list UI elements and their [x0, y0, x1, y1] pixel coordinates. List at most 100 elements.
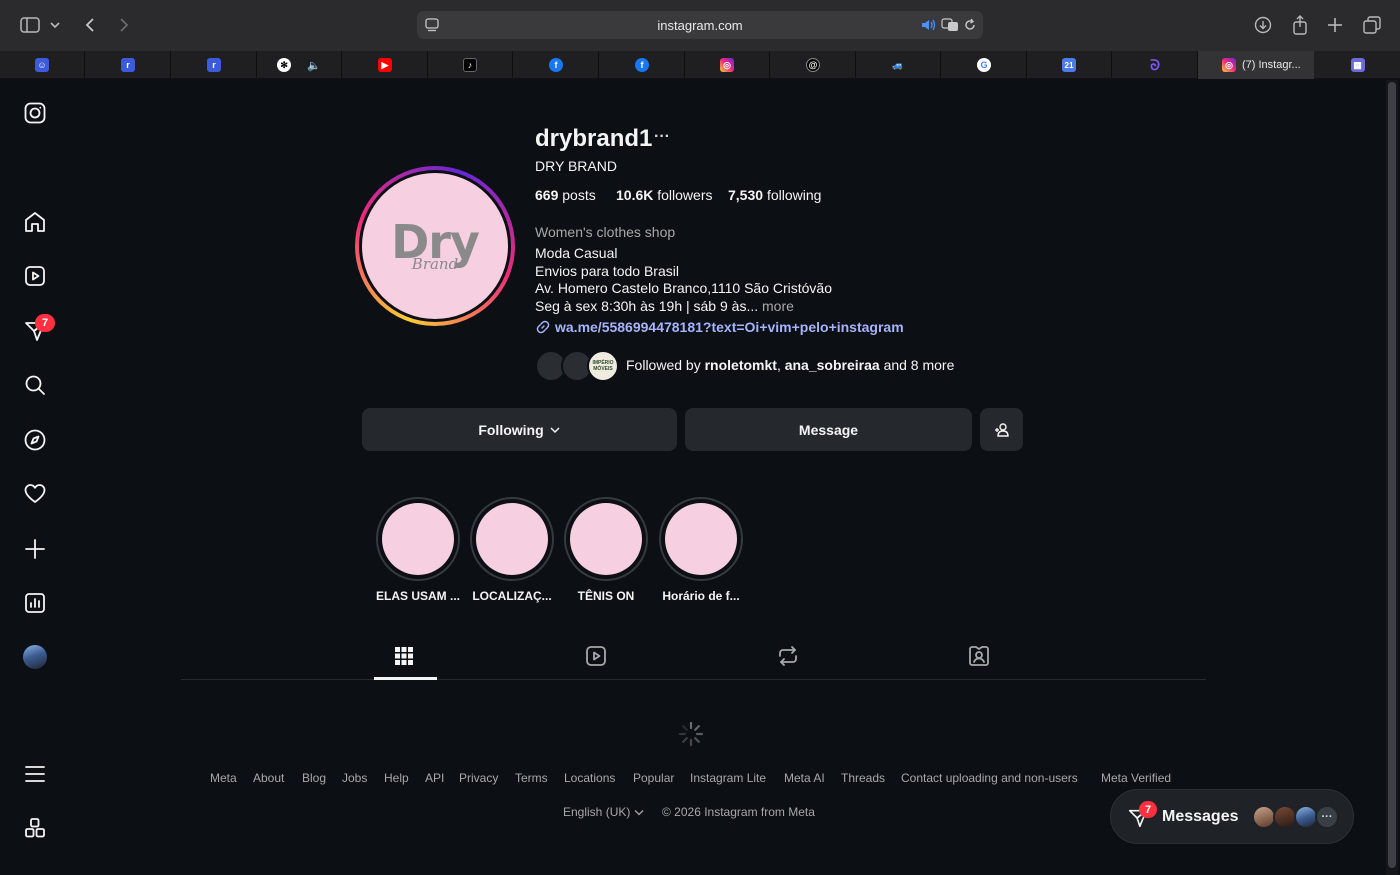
language-label: English (UK) — [563, 805, 631, 819]
active-tab[interactable]: ◎ (7) Instagr... — [1198, 51, 1314, 79]
footer-link[interactable]: Jobs — [342, 771, 367, 785]
pinned-tab[interactable]: ▦ — [1315, 51, 1400, 79]
pinned-tab[interactable]: r — [172, 51, 257, 79]
footer-link[interactable]: Popular — [633, 771, 674, 785]
chevron-down-icon — [634, 809, 644, 815]
footer-link[interactable]: Meta — [210, 771, 237, 785]
highlight-cover — [570, 503, 642, 575]
pinned-tab[interactable]: @ — [771, 51, 856, 79]
highlight-cover — [382, 503, 454, 575]
footer-link[interactable]: Terms — [515, 771, 548, 785]
scrollbar-thumb[interactable] — [1388, 82, 1396, 868]
sidebar-toggle-icon[interactable] — [17, 12, 43, 38]
menu-icon[interactable] — [22, 761, 48, 787]
footer-link[interactable]: Privacy — [459, 771, 498, 785]
highlight-cover — [476, 503, 548, 575]
tab-overview-icon[interactable] — [1359, 12, 1385, 38]
footer-link[interactable]: Instagram Lite — [690, 771, 766, 785]
story-highlight[interactable] — [470, 497, 554, 581]
footer-link[interactable]: Threads — [841, 771, 885, 785]
also-from-meta-icon[interactable] — [22, 815, 48, 841]
following-label: following — [766, 187, 822, 203]
new-tab-icon[interactable] — [1322, 12, 1348, 38]
pinned-tab[interactable]: f — [600, 51, 685, 79]
home-icon[interactable] — [22, 209, 48, 235]
loading-spinner-icon — [677, 720, 705, 748]
pinned-tab[interactable]: ✻ 🔈 — [257, 51, 342, 79]
follower-avatar-logo-text: IMPÉRIO MÓVEIS — [592, 360, 614, 372]
instagram-tab-icon: ◎ — [1222, 58, 1236, 72]
posts-grid-icon[interactable] — [392, 644, 418, 670]
active-tab-title: (7) Instagr... — [1242, 59, 1301, 71]
followed-by[interactable]: Followed by rnoletomkt, ana_sobreiraa an… — [626, 357, 954, 373]
explore-icon[interactable] — [22, 427, 48, 453]
messages-widget[interactable]: 7 Messages ··· — [1110, 789, 1354, 844]
followers-stat[interactable]: 10.6K followers — [616, 187, 713, 203]
highlight-label: Horário de f... — [662, 589, 740, 603]
profile-picture-ring[interactable]: Dry Brand — [355, 166, 515, 326]
calendar-icon: 21 — [1062, 58, 1076, 72]
bio: Moda Casual Envios para todo Brasil Av. … — [535, 245, 832, 315]
footer-link[interactable]: Meta AI — [784, 771, 825, 785]
tagged-tab-icon[interactable] — [967, 644, 993, 670]
followed-by-separator: , — [776, 357, 781, 373]
bio-link[interactable]: wa.me/5586994478181?text=Oi+vim+pelo+ins… — [535, 319, 904, 335]
message-button[interactable]: Message — [685, 408, 972, 451]
footer-link[interactable]: Meta Verified — [1101, 771, 1171, 785]
share-icon[interactable] — [1287, 12, 1313, 38]
youtube-icon: ▶ — [378, 58, 392, 72]
following-button[interactable]: Following — [362, 408, 677, 451]
pinned-tab[interactable]: G — [942, 51, 1027, 79]
forward-icon[interactable] — [111, 12, 137, 38]
profile-username: drybrand1 — [535, 125, 653, 152]
profile-avatar[interactable] — [22, 644, 48, 670]
create-icon[interactable] — [22, 536, 48, 562]
back-icon[interactable] — [77, 12, 103, 38]
footer-link[interactable]: About — [253, 771, 284, 785]
address-bar[interactable]: instagram.com — [417, 11, 983, 39]
scrollbar-track[interactable] — [1386, 80, 1398, 875]
footer-link[interactable]: API — [425, 771, 444, 785]
posts-stat: 669 posts — [535, 187, 596, 203]
pinned-tab[interactable]: r — [86, 51, 171, 79]
search-icon[interactable] — [22, 372, 48, 398]
reposts-tab-icon[interactable] — [776, 644, 802, 670]
story-highlight[interactable] — [376, 497, 460, 581]
pinned-tab[interactable]: ◎ — [685, 51, 770, 79]
pinned-tab[interactable]: 21 — [1027, 51, 1112, 79]
options-icon[interactable]: ··· — [654, 128, 670, 146]
language-selector[interactable]: English (UK) — [563, 805, 644, 819]
heart-icon[interactable] — [22, 481, 48, 507]
following-stat[interactable]: 7,530 following — [728, 187, 821, 203]
pinned-tab[interactable]: f — [514, 51, 599, 79]
followed-by-user: rnoletomkt — [704, 357, 777, 373]
story-highlight[interactable] — [659, 497, 743, 581]
reels-icon[interactable] — [22, 263, 48, 289]
speaker-icon[interactable] — [921, 18, 937, 37]
downloads-icon[interactable] — [1250, 12, 1276, 38]
avatar-logo-subtext: Brand — [411, 255, 459, 273]
pinned-tab[interactable]: ☺ — [0, 51, 85, 79]
pinned-tab[interactable]: ᘐ — [1113, 51, 1198, 79]
footer-link[interactable]: Contact uploading and non-users — [901, 771, 1078, 785]
reload-icon[interactable] — [963, 18, 977, 37]
footer-link[interactable]: Help — [384, 771, 409, 785]
pinned-tab[interactable]: 🚙 — [856, 51, 941, 79]
audio-playing-icon[interactable]: 🔈 — [307, 59, 321, 72]
footer-link[interactable]: Blog — [302, 771, 326, 785]
pinned-tab[interactable]: ♪ — [428, 51, 513, 79]
highlight-label: LOCALIZAÇ... — [472, 589, 552, 603]
pinned-tab[interactable]: ▶ — [343, 51, 428, 79]
instagram-logo-icon[interactable] — [22, 100, 48, 126]
bio-more-link[interactable]: more — [762, 298, 794, 314]
messages-badge: 7 — [1139, 801, 1157, 818]
chevron-down-icon[interactable] — [45, 12, 65, 38]
followed-by-suffix: and 8 more — [883, 357, 955, 373]
browser-toolbar: instagram.com — [0, 0, 1400, 51]
reels-tab-icon[interactable] — [584, 644, 610, 670]
footer-link[interactable]: Locations — [564, 771, 615, 785]
story-highlight[interactable] — [564, 497, 648, 581]
dashboard-icon[interactable] — [22, 590, 48, 616]
suggest-people-button[interactable] — [980, 408, 1023, 451]
translate-icon[interactable] — [941, 18, 959, 37]
